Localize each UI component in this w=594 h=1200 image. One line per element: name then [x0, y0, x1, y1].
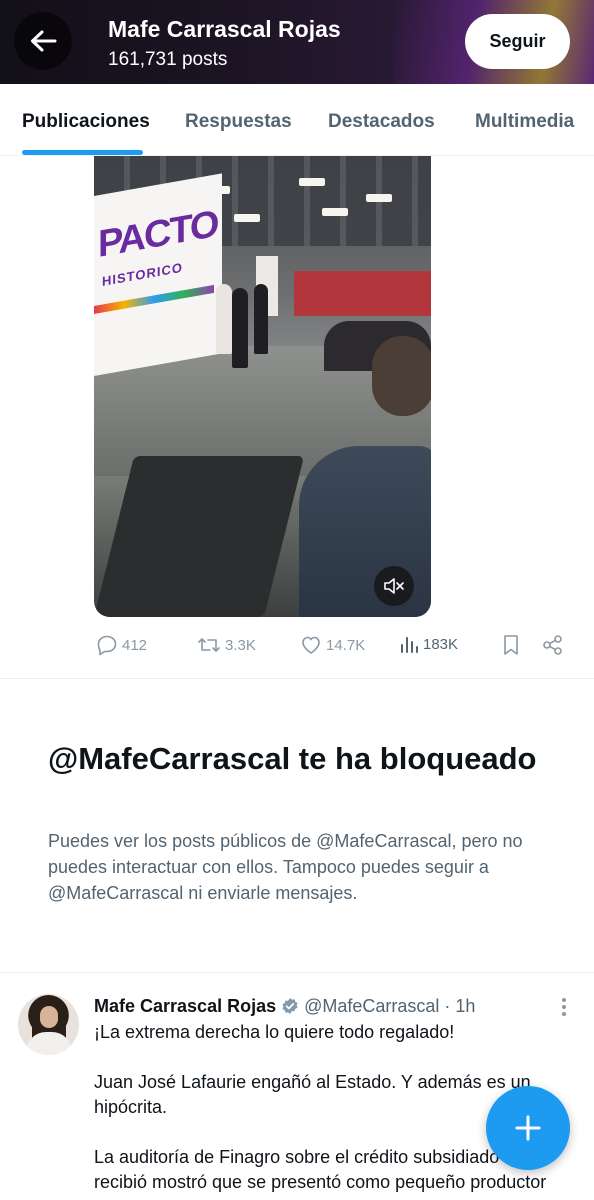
tab-respuestas[interactable]: Respuestas — [185, 111, 292, 133]
video-person — [254, 284, 268, 354]
mute-button[interactable] — [374, 566, 414, 606]
tab-publicaciones[interactable]: Publicaciones — [22, 111, 150, 133]
arrow-left-icon — [31, 30, 57, 52]
video-spectator-head — [372, 336, 431, 416]
active-tab-indicator — [22, 150, 143, 155]
follow-button[interactable]: Seguir — [465, 14, 570, 69]
ceiling-light — [322, 208, 348, 216]
ceiling-light — [366, 194, 392, 202]
share-action[interactable] — [542, 634, 564, 656]
like-action[interactable]: 14.7K — [300, 634, 365, 656]
posts-count: 161,731 posts — [108, 49, 228, 70]
bookmark-icon — [504, 635, 518, 655]
post-time[interactable]: 1h — [455, 996, 475, 1017]
more-vertical-icon — [562, 998, 566, 1016]
divider — [0, 972, 594, 973]
views-count: 183K — [423, 635, 459, 653]
author-name[interactable]: Mafe Carrascal Rojas — [94, 996, 276, 1017]
share-icon — [543, 635, 562, 655]
post-video[interactable]: PACTO HISTORICO — [94, 156, 431, 617]
divider — [0, 678, 594, 679]
profile-tabs: Publicaciones Respuestas Destacados Mult… — [0, 84, 594, 156]
avatar[interactable] — [18, 994, 79, 1055]
like-count: 14.7K — [326, 636, 366, 654]
repost-action[interactable]: 3.3K — [197, 634, 256, 656]
video-person — [216, 284, 232, 354]
blocked-title: @MafeCarrascal te ha bloqueado — [48, 741, 537, 776]
author-handle[interactable]: @MafeCarrascal — [304, 996, 439, 1017]
compose-button[interactable] — [486, 1086, 570, 1170]
analytics-icon — [401, 637, 418, 653]
post-paragraph: ¡La extrema derecha lo quiere todo regal… — [94, 1022, 455, 1042]
tab-destacados[interactable]: Destacados — [328, 111, 435, 133]
post-header: Mafe Carrascal Rojas @MafeCarrascal · 1h — [94, 994, 564, 1018]
post-actions: 412 3.3K 14.7K 183K — [0, 626, 594, 666]
reply-icon — [97, 635, 117, 656]
reply-action[interactable]: 412 — [96, 634, 147, 656]
profile-name: Mafe Carrascal Rojas — [108, 16, 341, 42]
separator-dot: · — [444, 995, 451, 1016]
video-stage-monitor — [94, 456, 305, 617]
profile-header: Mafe Carrascal Rojas 161,731 posts Segui… — [0, 0, 594, 84]
tab-multimedia[interactable]: Multimedia — [475, 111, 574, 133]
video-backdrop — [294, 271, 431, 316]
bookmark-action[interactable] — [501, 634, 521, 656]
speaker-muted-icon — [384, 578, 404, 594]
repost-icon — [198, 638, 220, 652]
ceiling-light — [299, 178, 325, 186]
plus-icon — [515, 1115, 541, 1141]
back-button[interactable] — [14, 12, 72, 70]
repost-count: 3.3K — [225, 636, 256, 654]
more-options-button[interactable] — [556, 996, 572, 1018]
reply-count: 412 — [122, 636, 148, 654]
blocked-description: Puedes ver los posts públicos de @MafeCa… — [48, 831, 523, 903]
heart-icon — [302, 636, 320, 654]
video-person — [232, 288, 248, 368]
views-action[interactable]: 183K — [399, 634, 458, 654]
verified-badge-icon — [281, 997, 299, 1015]
ceiling-light — [234, 214, 260, 222]
